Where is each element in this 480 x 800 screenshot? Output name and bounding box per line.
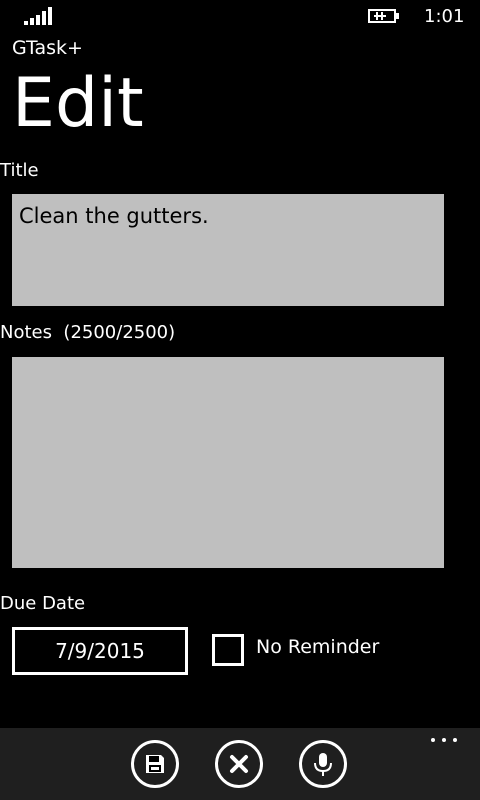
signal-bars-icon [24, 7, 52, 25]
save-button[interactable] [131, 740, 179, 788]
title-input[interactable]: Clean the gutters. [12, 194, 444, 306]
no-reminder-checkbox[interactable] [212, 634, 244, 666]
microphone-icon [314, 753, 332, 776]
app-bar [0, 728, 480, 800]
battery-charging-icon [368, 9, 399, 23]
status-bar: 1:01 [0, 0, 480, 32]
close-icon [230, 755, 248, 773]
due-date-picker[interactable]: 7/9/2015 [12, 627, 188, 675]
cancel-button[interactable] [215, 740, 263, 788]
app-name: GTask+ [12, 37, 83, 59]
page-title: Edit [12, 64, 144, 143]
no-reminder-label: No Reminder [256, 636, 380, 658]
more-ellipsis-icon[interactable] [430, 734, 460, 744]
save-icon [146, 755, 164, 773]
notes-label: Notes (2500/2500) [0, 322, 176, 343]
clock: 1:01 [424, 6, 465, 27]
notes-input[interactable] [12, 357, 444, 568]
title-label: Title [0, 160, 39, 181]
due-date-label: Due Date [0, 593, 86, 614]
voice-input-button[interactable] [299, 740, 347, 788]
